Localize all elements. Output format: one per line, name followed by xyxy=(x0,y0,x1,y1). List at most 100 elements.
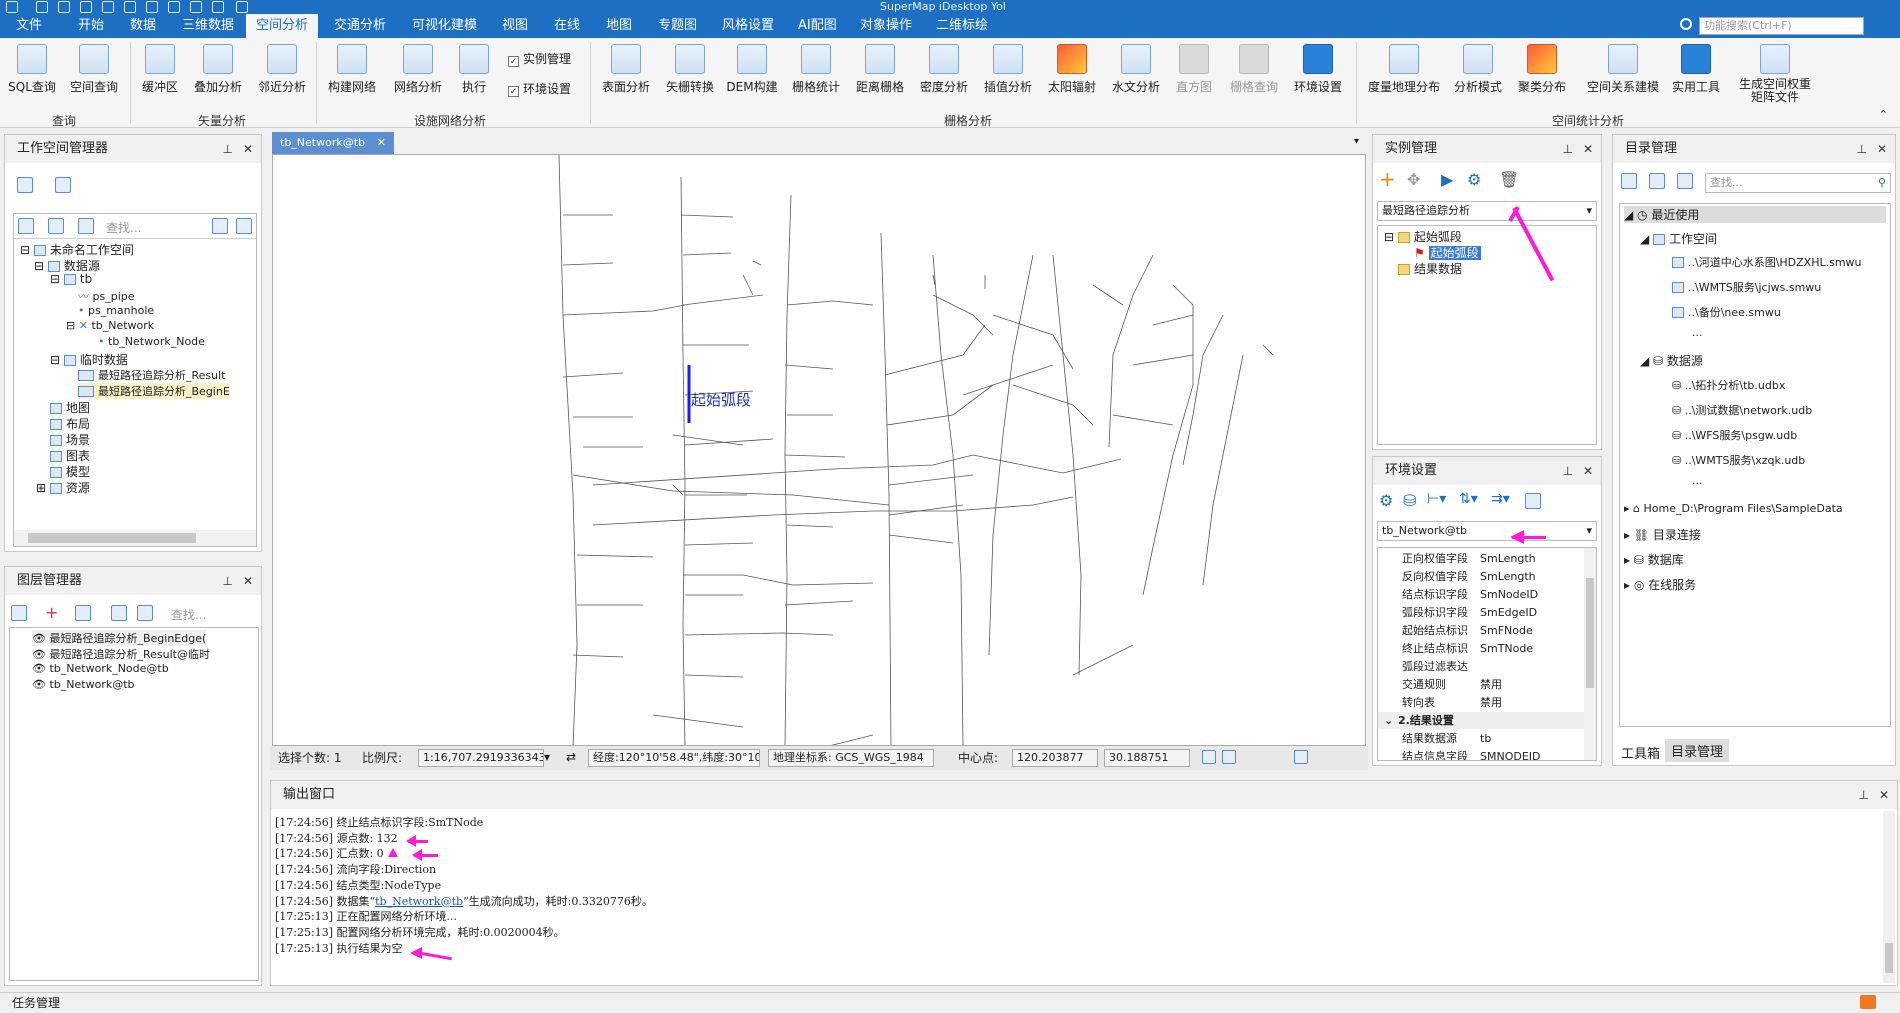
instance-node-result[interactable]: 结果数据 xyxy=(1398,260,1462,277)
search-icon[interactable] xyxy=(168,1,180,13)
relationship-model-button[interactable]: 空间关系建模 xyxy=(1578,42,1668,112)
analysis-pattern-button[interactable]: 分析模式 xyxy=(1448,42,1508,112)
spatial-query-button[interactable]: 空间查询 xyxy=(64,42,124,112)
catalog-node-recent[interactable]: ◢ ◷ 最近使用 xyxy=(1624,206,1886,223)
catalog-node-datasource[interactable]: ◢ ⛁ 数据源 xyxy=(1640,352,1703,369)
tree-node-workspace[interactable]: ⊟ 未命名工作空间 xyxy=(20,241,134,258)
save-icon[interactable] xyxy=(111,605,127,621)
instance-node-begin-edge-item[interactable]: ⚑ 起始弧段 xyxy=(1414,244,1481,261)
menu-spatial-analysis[interactable]: 空间分析 xyxy=(246,14,319,38)
map-settings-icon[interactable] xyxy=(1294,750,1308,764)
search-icon[interactable] xyxy=(78,218,94,234)
prop-row[interactable]: 交通规则 禁用 xyxy=(1378,676,1596,693)
menu-file[interactable]: 文件 xyxy=(6,14,52,38)
delete-icon[interactable] xyxy=(1649,173,1665,189)
sort-icon[interactable]: ⇅▾ xyxy=(1459,491,1478,507)
prop-row[interactable]: 结点标识字段 SmNodeID xyxy=(1378,586,1596,603)
catalog-item[interactable]: ⛁ ..\WFS服务\psgw.udb xyxy=(1672,427,1797,443)
gear-icon[interactable]: ⚙ xyxy=(1379,491,1393,510)
catalog-node-database[interactable]: ▸ ⛁ 数据库 xyxy=(1624,551,1684,568)
close-icon[interactable]: ✕ xyxy=(1877,142,1887,156)
close-icon[interactable]: ✕ xyxy=(243,574,253,588)
prop-row[interactable]: 弧段标识字段 SmEdgeID xyxy=(1378,604,1596,621)
network-map[interactable]: 起始弧段 xyxy=(273,155,1366,746)
tree-node-resources[interactable]: ⊞ 资源 xyxy=(36,479,90,496)
save-workspace-icon[interactable] xyxy=(48,218,64,234)
tab-catalog[interactable]: 目录管理 xyxy=(1665,739,1730,762)
new-folder-icon[interactable] xyxy=(1621,173,1637,189)
prop-row[interactable]: 反向权值字段 SmLength xyxy=(1378,568,1596,585)
tree-node-ps-pipe[interactable]: 〰 ps_pipe xyxy=(78,288,135,304)
catalog-search-input[interactable]: 查找... ⚲ xyxy=(1705,173,1891,193)
network-dataset-select[interactable]: tb_Network@tb ▾ xyxy=(1377,521,1597,541)
flow-icon[interactable]: ⇉▾ xyxy=(1491,491,1510,507)
build-network-button[interactable]: 构建网络 xyxy=(322,42,382,112)
raster-query-button[interactable]: 栅格查询 xyxy=(1224,42,1284,112)
window-icon[interactable] xyxy=(212,1,224,13)
surface-analysis-button[interactable]: 表面分析 xyxy=(596,42,656,112)
tree-node-models[interactable]: 模型 xyxy=(50,463,90,480)
branch-icon[interactable]: ⊢▾ xyxy=(1427,491,1446,507)
cut-icon[interactable] xyxy=(190,1,202,13)
tree-node-temp-data[interactable]: ⊟ 临时数据 xyxy=(50,351,128,368)
instance-node-begin-edge[interactable]: ⊟ 起始弧段 xyxy=(1384,228,1462,245)
solar-radiation-button[interactable]: 太阳辐射 xyxy=(1042,42,1102,112)
catalog-item-more[interactable]: ... xyxy=(1692,326,1703,339)
tab-toolbox[interactable]: 工具箱 xyxy=(1621,743,1660,762)
chevron-down-icon[interactable]: ▾ xyxy=(1354,136,1359,147)
execute-button[interactable]: 执行 xyxy=(444,42,504,112)
eye-icon[interactable]: 👁 xyxy=(32,678,46,691)
prop-row[interactable]: 正向权值字段 SmLength xyxy=(1378,550,1596,567)
prop-row[interactable]: 起始结点标识 SmFNode xyxy=(1378,622,1596,639)
menu-data[interactable]: 数据 xyxy=(120,14,166,38)
undo-icon[interactable] xyxy=(124,1,136,13)
catalog-item[interactable]: ..\河道中心水系图\HDZXHL.smwu xyxy=(1672,254,1862,270)
collapse-ribbon-icon[interactable]: ⌃ xyxy=(1879,108,1888,121)
raster-stats-button[interactable]: 栅格统计 xyxy=(786,42,846,112)
scroll-thumb[interactable] xyxy=(28,533,196,543)
horizontal-scrollbar[interactable] xyxy=(14,530,256,546)
pin-icon[interactable]: ⊥ xyxy=(1858,788,1868,802)
layer-item[interactable]: 👁 最短路径追踪分析_BeginEdge( xyxy=(32,630,207,646)
catalog-node-home[interactable]: ▸ ⌂ Home_D:\Program Files\SampleData xyxy=(1624,502,1843,515)
info-icon[interactable] xyxy=(236,1,248,13)
layer-item[interactable]: 👁 tb_Network_Node@tb xyxy=(32,662,169,675)
tree-node-tb[interactable]: ⊟ tb xyxy=(50,272,92,286)
menu-object-ops[interactable]: 对象操作 xyxy=(850,14,922,38)
move-icon[interactable]: ✥ xyxy=(1407,170,1420,189)
tree-node-maps[interactable]: 地图 xyxy=(50,399,90,416)
layer-group-icon[interactable] xyxy=(75,605,91,621)
catalog-item[interactable]: ⛁ ..\测试数据\network.udb xyxy=(1672,402,1812,418)
vector-raster-button[interactable]: 矢栅转换 xyxy=(660,42,720,112)
tree-node-result[interactable]: 最短路径追踪分析_Result xyxy=(78,367,226,383)
add-layer-icon[interactable]: + xyxy=(45,603,58,622)
sql-query-button[interactable]: SQL查询 xyxy=(2,42,62,112)
geo-distribution-button[interactable]: 度量地理分布 xyxy=(1362,42,1446,112)
prop-row[interactable]: 终止结点标识 SmTNode xyxy=(1378,640,1596,657)
close-icon[interactable]: ✕ xyxy=(377,132,386,154)
scale-dropdown-icon[interactable]: ▾ xyxy=(544,750,550,764)
menu-thematic[interactable]: 专题图 xyxy=(648,14,707,38)
save-icon[interactable] xyxy=(80,1,92,13)
chart-icon[interactable] xyxy=(1525,493,1541,509)
distance-raster-button[interactable]: 距离栅格 xyxy=(850,42,910,112)
pin-icon[interactable]: ⊥ xyxy=(222,142,232,156)
catalog-node-online[interactable]: ▸ ◎ 在线服务 xyxy=(1624,576,1696,593)
layer-item[interactable]: 👁 tb_Network@tb xyxy=(32,678,135,691)
paste-icon[interactable] xyxy=(1222,750,1236,764)
center-x-input[interactable]: 120.203877 xyxy=(1012,749,1098,767)
eye-icon[interactable]: 👁 xyxy=(32,648,46,661)
catalog-item-more[interactable]: ... xyxy=(1692,474,1703,487)
new-icon[interactable] xyxy=(36,1,48,13)
copy-icon[interactable] xyxy=(102,1,114,13)
close-icon[interactable]: ✕ xyxy=(243,142,253,156)
catalog-node-connection[interactable]: ▸ ⛓ 目录连接 xyxy=(1624,526,1701,543)
layer-style-icon[interactable] xyxy=(11,605,27,621)
datasource-tab-icon[interactable] xyxy=(55,177,71,193)
catalog-node-workspace[interactable]: ◢ 工作空间 xyxy=(1640,230,1717,247)
catalog-item[interactable]: ⛁ ..\WMTS服务\xzqk.udb xyxy=(1672,452,1805,468)
layer-item[interactable]: 👁 最短路径追踪分析_Result@临时 xyxy=(32,646,210,662)
dataset-link[interactable]: tb_Network@tb xyxy=(375,895,463,908)
workspace-search-input[interactable]: 查找... xyxy=(106,219,141,236)
proximity-button[interactable]: 邻近分析 xyxy=(252,42,312,112)
